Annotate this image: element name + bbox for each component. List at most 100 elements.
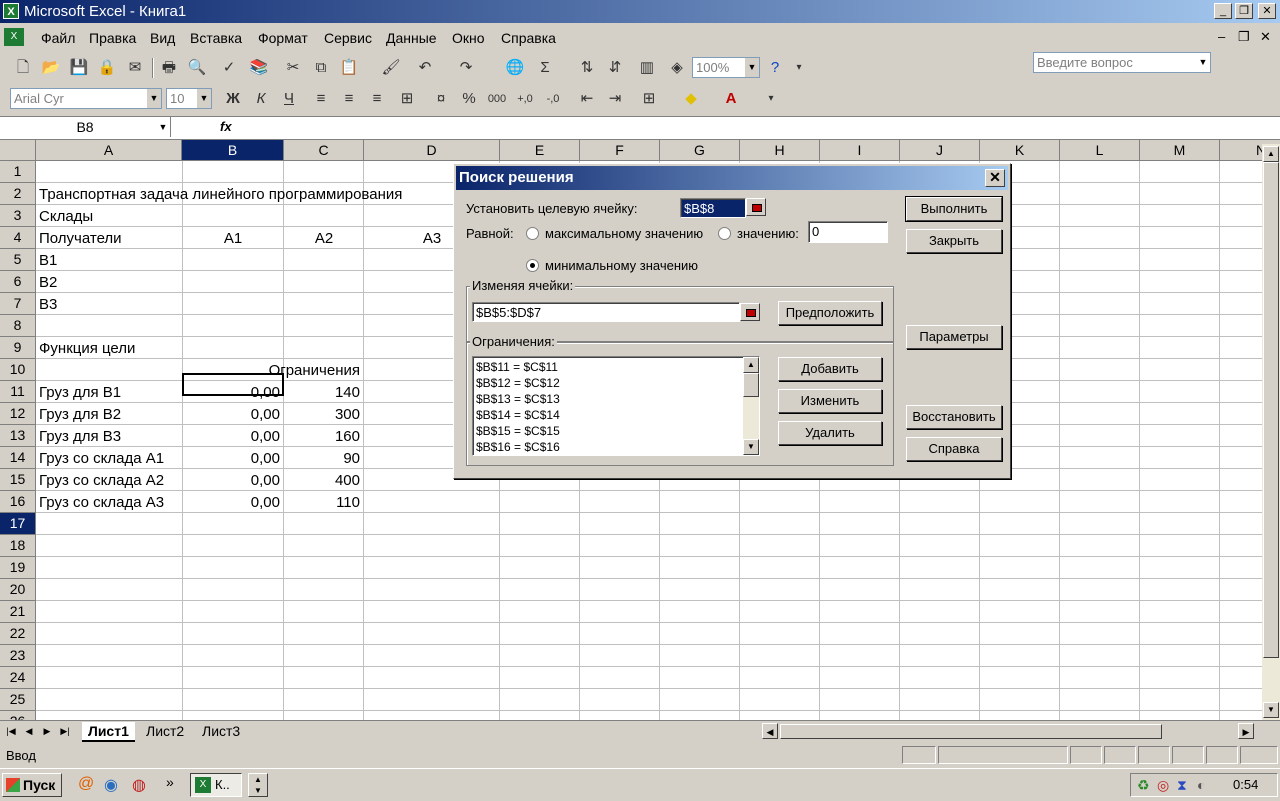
row-header[interactable]: 6 — [0, 271, 36, 293]
row-header[interactable]: 15 — [0, 469, 36, 491]
column-header[interactable]: H — [740, 140, 820, 161]
delete-button[interactable]: Удалить — [778, 421, 882, 445]
fill-color-icon[interactable]: ◆ — [680, 88, 702, 110]
ask-question-input[interactable]: Введите вопрос ▼ — [1033, 52, 1211, 73]
task-button-excel[interactable]: X К.. — [190, 773, 242, 797]
prev-sheet-icon[interactable]: ◀ — [22, 724, 36, 738]
workbook-icon[interactable]: X — [4, 28, 24, 46]
column-header[interactable]: J — [900, 140, 980, 161]
hyperlink-icon[interactable]: 🌐 — [504, 57, 526, 79]
help-icon[interactable]: ? — [764, 57, 786, 79]
guess-button[interactable]: Предположить — [778, 301, 882, 325]
row-header[interactable]: 13 — [0, 425, 36, 447]
horizontal-scroll-thumb[interactable] — [780, 724, 1162, 739]
cell-c12[interactable]: 300 — [284, 404, 360, 426]
row-header[interactable]: 21 — [0, 601, 36, 623]
copy-icon[interactable]: ⧉ — [310, 57, 332, 79]
scroll-down-icon[interactable]: ▼ — [1263, 702, 1279, 718]
cell-a5[interactable]: B1 — [39, 250, 57, 272]
scroll-thumb[interactable] — [743, 373, 759, 397]
font-size-select[interactable]: 10 ▼ — [166, 88, 212, 109]
open-icon[interactable]: 📂 — [40, 57, 62, 79]
row-header[interactable]: 24 — [0, 667, 36, 689]
menu-help[interactable]: Справка — [501, 30, 556, 46]
cell-a12[interactable]: Груз для B2 — [39, 404, 121, 426]
row-header[interactable]: 17 — [0, 513, 36, 535]
radio-max-label[interactable]: максимальному значению — [545, 226, 703, 241]
formula-input[interactable] — [246, 117, 1276, 137]
row-header[interactable]: 18 — [0, 535, 36, 557]
menu-data[interactable]: Данные — [386, 30, 437, 46]
percent-icon[interactable]: % — [458, 88, 480, 110]
radio-max[interactable] — [526, 227, 539, 240]
drawing-icon[interactable]: ◈ — [666, 57, 688, 79]
dialog-close-icon[interactable]: ✕ — [985, 169, 1005, 187]
cell-b13[interactable]: 0,00 — [182, 426, 280, 448]
menu-edit[interactable]: Правка — [89, 30, 136, 46]
vertical-scrollbar[interactable]: ▲ ▼ — [1262, 144, 1280, 720]
list-item[interactable]: $B$11 = $C$11 — [476, 359, 558, 375]
chevron-down-icon[interactable]: ▼ — [1196, 53, 1210, 72]
row-header[interactable]: 11 — [0, 381, 36, 403]
close-button[interactable]: Закрыть — [906, 229, 1002, 253]
row-header[interactable]: 22 — [0, 623, 36, 645]
row-header[interactable]: 23 — [0, 645, 36, 667]
excel-app-icon[interactable]: X — [3, 3, 19, 19]
column-header[interactable]: C — [284, 140, 364, 161]
radio-min[interactable] — [526, 259, 539, 272]
cell-c4[interactable]: A2 — [284, 228, 364, 250]
tray-app-icon[interactable]: ♻ — [1137, 777, 1150, 794]
task-scroll-icon[interactable]: ▲ ▼ — [248, 773, 268, 797]
research-icon[interactable]: 📚 — [248, 57, 270, 79]
cell-a16[interactable]: Груз со склада A3 — [39, 492, 164, 514]
collapse-dialog-icon[interactable] — [746, 198, 766, 216]
start-button[interactable]: Пуск — [2, 773, 62, 797]
row-header[interactable]: 3 — [0, 205, 36, 227]
font-select[interactable]: Arial Cyr ▼ — [10, 88, 162, 109]
cell-c13[interactable]: 160 — [284, 426, 360, 448]
paste-icon[interactable]: 📋 — [338, 57, 360, 79]
sort-descending-icon[interactable]: ⇵ — [604, 57, 626, 79]
close-window-button[interactable]: ✕ — [1258, 3, 1276, 19]
chevron-down-icon[interactable]: ▼ — [745, 58, 759, 77]
tray-volume-icon[interactable]: ◐ — [1197, 777, 1205, 793]
scroll-thumb[interactable] — [1263, 162, 1279, 658]
doc-restore-button[interactable]: ❐ — [1238, 29, 1250, 45]
scroll-down-icon[interactable]: ▼ — [743, 439, 759, 455]
print-preview-icon[interactable]: 🔍 — [186, 57, 208, 79]
active-cell-b17[interactable] — [182, 373, 284, 396]
bold-icon[interactable]: Ж — [222, 88, 244, 110]
cell-a15[interactable]: Груз со склада A2 — [39, 470, 164, 492]
align-left-icon[interactable]: ≡ — [310, 88, 332, 110]
last-sheet-icon[interactable]: ▶| — [58, 724, 72, 738]
decrease-indent-icon[interactable]: ⇤ — [576, 88, 598, 110]
list-item[interactable]: $B$12 = $C$12 — [476, 375, 560, 391]
collapse-dialog-icon[interactable] — [740, 303, 760, 321]
select-all-corner[interactable] — [0, 140, 36, 161]
row-header[interactable]: 25 — [0, 689, 36, 711]
dialog-title-bar[interactable]: Поиск решения ✕ — [456, 166, 1008, 190]
next-sheet-icon[interactable]: ▶ — [40, 724, 54, 738]
row-header[interactable]: 12 — [0, 403, 36, 425]
font-color-icon[interactable]: A — [720, 88, 742, 110]
cell-c16[interactable]: 110 — [284, 492, 360, 514]
menu-format[interactable]: Формат — [258, 30, 308, 46]
borders-icon[interactable]: ⊞ — [638, 88, 660, 110]
tray-network-icon[interactable]: ⧗ — [1177, 777, 1187, 794]
menu-view[interactable]: Вид — [150, 30, 175, 46]
list-item[interactable]: $B$16 = $C$16 — [476, 439, 560, 455]
menu-window[interactable]: Окно — [452, 30, 485, 46]
more-icon[interactable]: » — [166, 774, 174, 790]
name-box[interactable]: B8 ▼ — [0, 117, 171, 137]
underline-icon[interactable]: Ч — [278, 88, 300, 110]
cell-c14[interactable]: 90 — [284, 448, 360, 470]
cell-a14[interactable]: Груз со склада A1 — [39, 448, 164, 470]
autosum-icon[interactable]: Σ — [534, 57, 556, 79]
cell-a4[interactable]: Получатели — [39, 228, 122, 250]
radio-value[interactable] — [718, 227, 731, 240]
media-icon[interactable]: ◍ — [132, 775, 146, 795]
cell-a3[interactable]: Склады — [39, 206, 93, 228]
permission-icon[interactable]: 🔒 — [96, 57, 118, 79]
scroll-right-icon[interactable]: ▶ — [1238, 723, 1254, 739]
list-item[interactable]: $B$14 = $C$14 — [476, 407, 560, 423]
